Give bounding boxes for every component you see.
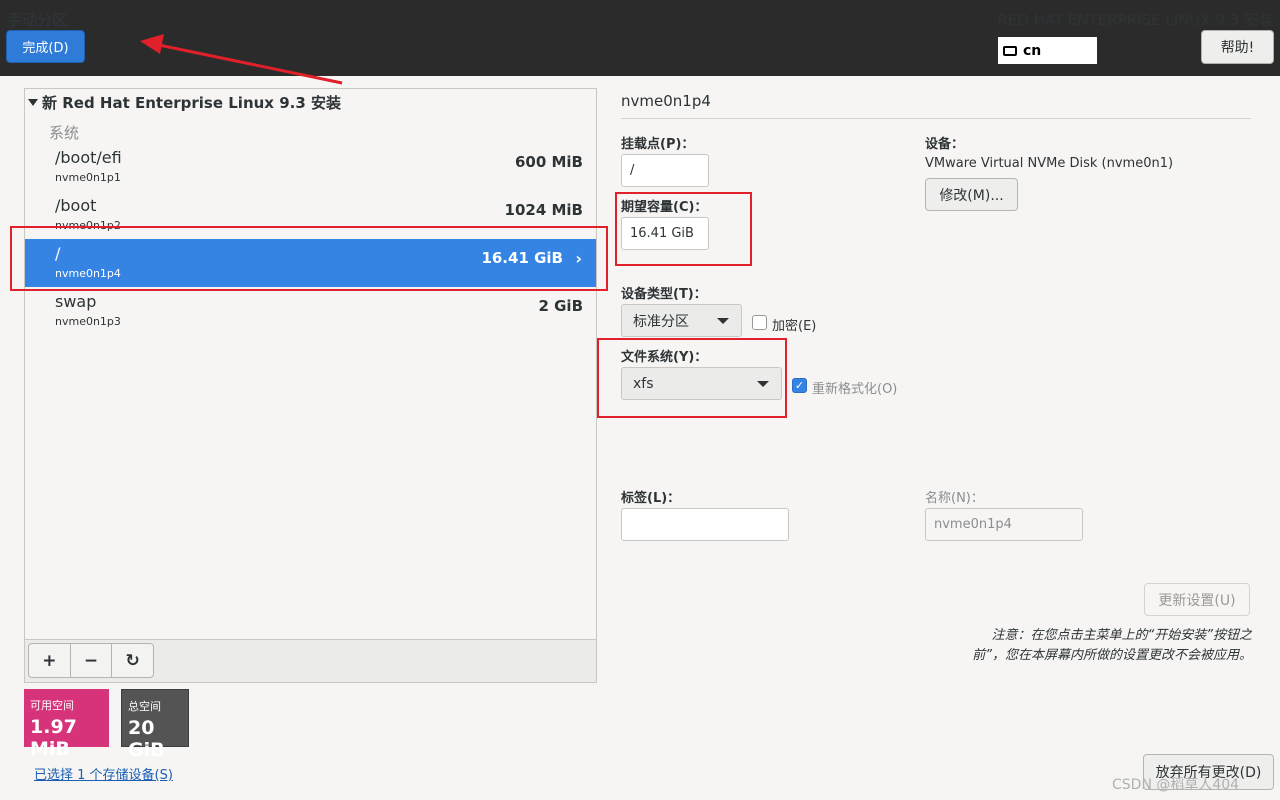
partition-row-boot-efi[interactable]: /boot/efi nvme0n1p1 600 MiB bbox=[25, 143, 596, 191]
device-type-select[interactable]: 标准分区 bbox=[621, 304, 742, 337]
page-title: 手动分区 bbox=[7, 11, 68, 29]
help-button[interactable]: 帮助! bbox=[1201, 30, 1274, 64]
install-title-label: 新 Red Hat Enterprise Linux 9.3 安装 bbox=[42, 94, 341, 112]
partition-size: 2 GiB bbox=[538, 297, 583, 315]
dropdown-arrow-icon bbox=[717, 318, 729, 324]
keyboard-layout-label: cn bbox=[1023, 42, 1042, 59]
partition-device: nvme0n1p1 bbox=[55, 171, 121, 184]
encrypt-checkbox[interactable] bbox=[752, 315, 767, 330]
available-space-box: 可用空间 1.97 MiB bbox=[24, 689, 109, 760]
annotation-box-filesystem bbox=[597, 338, 787, 418]
settings-note: 注意：在您点击主菜单上的“开始安装”按钮之前”，您在本屏幕内所做的设置更改不会被… bbox=[972, 628, 1252, 663]
reformat-label: 重新格式化(O) bbox=[812, 382, 898, 397]
refresh-icon[interactable]: ↻ bbox=[112, 644, 153, 677]
annotation-box-capacity bbox=[615, 192, 752, 266]
available-space-value: 1.97 MiB bbox=[30, 716, 77, 760]
total-space-label: 总空间 bbox=[128, 700, 161, 713]
add-partition-button[interactable]: + bbox=[29, 644, 71, 677]
keyboard-layout-indicator[interactable]: cn bbox=[998, 37, 1097, 64]
detail-divider bbox=[621, 118, 1251, 119]
partition-mount-point: /boot bbox=[55, 196, 97, 215]
product-title: RED HAT ENTERPRISE LINUX 9.3 安装 bbox=[997, 11, 1274, 29]
device-type-value: 标准分区 bbox=[633, 313, 689, 330]
mount-point-input[interactable]: / bbox=[621, 154, 709, 187]
modify-device-button[interactable]: 修改(M)... bbox=[925, 178, 1018, 211]
encrypt-label: 加密(E) bbox=[772, 319, 817, 334]
partition-size: 600 MiB bbox=[514, 153, 583, 171]
partition-size: 1024 MiB bbox=[504, 201, 583, 219]
available-space-label: 可用空间 bbox=[30, 699, 74, 712]
device-value: VMware Virtual NVMe Disk (nvme0n1) bbox=[925, 156, 1174, 171]
watermark: CSDN @稻草人404 bbox=[1112, 777, 1240, 793]
selected-storage-link[interactable]: 已选择 1 个存储设备(S) bbox=[34, 764, 173, 783]
keyboard-icon bbox=[1003, 45, 1017, 56]
mount-point-label: 挂载点(P)： bbox=[621, 137, 695, 152]
remove-partition-button[interactable]: − bbox=[71, 644, 113, 677]
update-settings-button[interactable]: 更新设置(U) bbox=[1144, 583, 1250, 616]
partition-mount-point: /boot/efi bbox=[55, 148, 122, 167]
name-input[interactable]: nvme0n1p4 bbox=[925, 508, 1083, 541]
partition-mount-point: swap bbox=[55, 292, 97, 311]
partition-device: nvme0n1p3 bbox=[55, 315, 121, 328]
device-type-label: 设备类型(T)： bbox=[621, 287, 707, 302]
tag-label: 标签(L)： bbox=[621, 491, 681, 506]
device-label: 设备： bbox=[925, 137, 965, 152]
install-tree-header[interactable]: 新 Red Hat Enterprise Linux 9.3 安装 bbox=[28, 92, 341, 113]
annotation-box-root-row bbox=[10, 226, 608, 291]
total-space-value: 20 GiB bbox=[128, 717, 165, 761]
name-label: 名称(N)： bbox=[925, 491, 984, 506]
tag-input[interactable] bbox=[621, 508, 789, 541]
partition-detail-title: nvme0n1p4 bbox=[621, 92, 711, 110]
expand-triangle-icon bbox=[28, 99, 38, 106]
partition-row-swap[interactable]: swap nvme0n1p3 2 GiB bbox=[25, 287, 596, 335]
done-button[interactable]: 完成(D) bbox=[6, 30, 85, 63]
reformat-checkbox[interactable]: ✓ bbox=[792, 378, 807, 393]
total-space-box: 总空间 20 GiB bbox=[121, 689, 189, 761]
annotation-arrow bbox=[140, 34, 343, 85]
system-group-label: 系统 bbox=[49, 124, 80, 142]
partition-toolbar-buttons: + − ↻ bbox=[28, 643, 154, 678]
